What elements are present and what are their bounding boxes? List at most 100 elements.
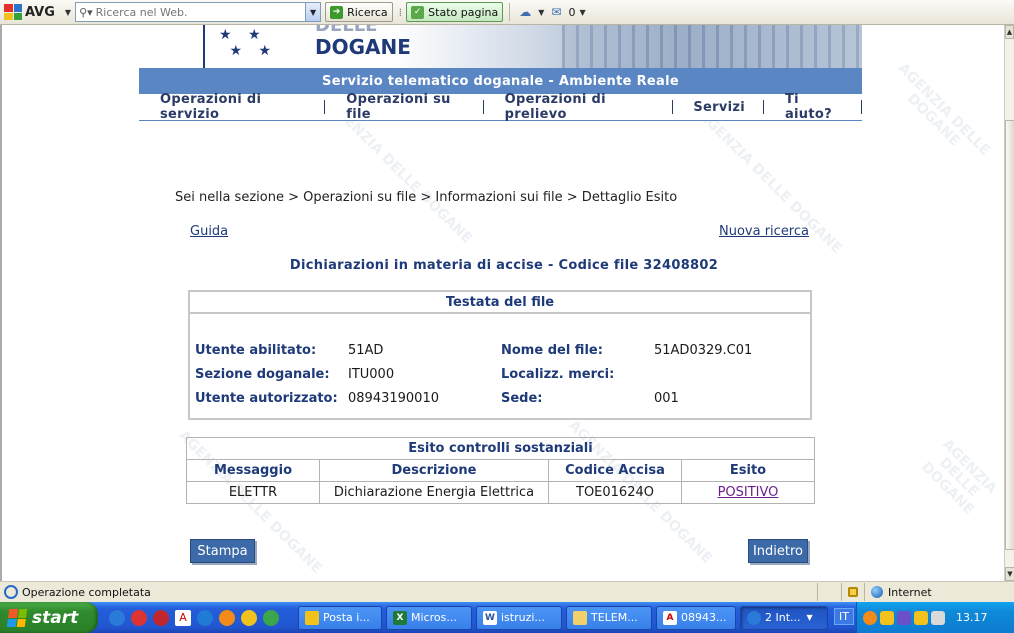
task-label: Posta i... (323, 611, 370, 624)
menu-operazioni-prelievo[interactable]: Operazioni di prelievo (484, 92, 672, 122)
column-header-esito: Esito (681, 459, 815, 482)
mail-clock-icon (305, 610, 319, 625)
nome-file-label: Nome del file: (501, 343, 603, 358)
ricerca-button[interactable]: ➔ Ricerca (325, 2, 393, 22)
utente-abilitato-value: 51AD (348, 343, 384, 358)
task-label: 2 Int... (765, 611, 801, 624)
menu-operazioni-servizio[interactable]: Operazioni di servizio (139, 92, 324, 122)
task-internet-explorer[interactable]: 2 Int... ▼ (740, 605, 828, 630)
utente-autorizzato-value: 08943190010 (348, 391, 439, 406)
scroll-up-icon[interactable]: ▲ (1005, 25, 1014, 39)
start-button[interactable]: start (0, 602, 98, 633)
menu-separator (861, 100, 863, 114)
quick-launch: A (106, 609, 282, 626)
check-icon: ✓ (411, 5, 425, 19)
search-dropdown-icon[interactable]: ▼ (305, 3, 321, 21)
search-icon[interactable]: ⚲▾ (79, 6, 93, 19)
vertical-scrollbar[interactable]: ▲ ▼ (1004, 25, 1014, 581)
scroll-down-icon[interactable]: ▼ (1005, 567, 1014, 581)
service-title: Servizio telematico doganale - Ambiente … (139, 68, 862, 94)
indietro-button[interactable]: Indietro (748, 539, 808, 563)
esito-title: Esito controlli sostanziali (186, 437, 815, 460)
task-label: istruzi... (501, 611, 545, 624)
menu-operazioni-file[interactable]: Operazioni su file (325, 92, 483, 122)
task-folder[interactable]: TELEM... (566, 605, 652, 630)
menu-ti-aiuto[interactable]: Ti aiuto? (764, 92, 861, 122)
agency-banner: ★ ★ ★ ★ DELLE DOGANE (139, 25, 862, 68)
language-indicator[interactable]: IT (834, 608, 854, 625)
breadcrumb: Sei nella sezione > Operazioni su file >… (175, 190, 678, 205)
task-word[interactable]: W istruzi... (476, 605, 562, 630)
toolbar-divider-icon: ⁞ (398, 5, 403, 19)
ie-page-icon (4, 585, 18, 599)
search-input[interactable] (95, 5, 306, 19)
esito-positivo-link[interactable]: POSITIVO (718, 485, 779, 500)
app-icon[interactable] (197, 609, 213, 626)
ie-icon[interactable] (109, 609, 125, 626)
windows-logo-icon (6, 608, 28, 627)
avg-icon (4, 4, 22, 20)
column-header-codice-accisa: Codice Accisa (548, 459, 682, 482)
esito-table: Esito controlli sostanziali Messaggio De… (186, 437, 815, 504)
menu-servizi[interactable]: Servizi (672, 100, 763, 115)
tray-clock-icon[interactable] (880, 610, 894, 625)
acrobat-icon[interactable]: A (175, 609, 191, 626)
table-row: ELETTR Dichiarazione Energia Elettrica T… (186, 481, 815, 504)
page-viewport: AGENZIA DELLE DOGANE AGENZIA DELLE DOGAN… (0, 25, 1004, 581)
column-header-descrizione: Descrizione (319, 459, 549, 482)
browser-toolbar: AVG ▼ ⚲▾ ▼ ➔ Ricerca ⁞ ✓ Stato pagina ☁ … (0, 0, 1014, 25)
toolbar-separator (509, 3, 511, 21)
tray-warning-icon[interactable] (914, 610, 928, 625)
weather-icon[interactable]: ☁ (519, 5, 531, 19)
stato-pagina-button[interactable]: ✓ Stato pagina (406, 2, 504, 22)
opera-icon[interactable] (153, 609, 169, 626)
system-tray: 13.17 (856, 602, 1014, 633)
testata-panel: Testata del file Utente abilitato: 51AD … (188, 290, 812, 420)
player-icon[interactable] (263, 609, 279, 626)
ricerca-label: Ricerca (347, 5, 388, 19)
banner-brand: DOGANE (315, 35, 411, 59)
watermark: AGENZIA DELLE DOGANE (918, 436, 1000, 518)
excel-icon: X (393, 610, 407, 625)
clock: 13.17 (956, 611, 988, 624)
task-posta[interactable]: Posta i... (298, 605, 382, 630)
word-icon: W (483, 610, 497, 625)
tray-app-icon[interactable] (897, 610, 911, 625)
avg-logo[interactable]: AVG (4, 2, 55, 22)
testata-title: Testata del file (190, 292, 810, 314)
stato-pagina-label: Stato pagina (428, 5, 499, 19)
main-menu: Operazioni di servizio Operazioni su fil… (139, 92, 863, 122)
nuova-ricerca-link[interactable]: Nuova ricerca (719, 224, 809, 239)
task-label: Micros... (411, 611, 457, 624)
stampa-button[interactable]: Stampa (190, 539, 255, 563)
media-icon[interactable] (131, 609, 147, 626)
firefox-icon[interactable] (219, 609, 235, 626)
cell-descrizione: Dichiarazione Energia Elettrica (319, 481, 549, 504)
tray-arrow-icon[interactable] (863, 610, 877, 625)
pdf-icon: A (663, 610, 677, 625)
cell-messaggio: ELETTR (186, 481, 320, 504)
status-bar: Operazione completata Internet (0, 581, 1014, 602)
mail-icon[interactable]: ✉ (551, 5, 561, 19)
taskbar: start A Posta i... X Micros... W istruzi… (0, 602, 1014, 633)
task-pdf[interactable]: A 08943... (656, 605, 736, 630)
utente-abilitato-label: Utente abilitato: (195, 343, 317, 358)
sede-value: 001 (654, 391, 679, 406)
sezione-doganale-value: ITU000 (348, 367, 395, 382)
globe-icon (871, 586, 883, 598)
chevron-down-icon: ▼ (806, 613, 813, 622)
tray-mail-icon[interactable] (931, 610, 945, 625)
arrow-right-icon: ➔ (330, 5, 344, 19)
clock-icon[interactable] (241, 609, 257, 626)
watermark: AGENZIA DELLE DOGANE (894, 60, 994, 159)
scroll-thumb[interactable] (1005, 120, 1014, 550)
task-excel[interactable]: X Micros... (386, 605, 472, 630)
guida-link[interactable]: Guida (190, 224, 228, 239)
nome-file-value: 51AD0329.C01 (654, 343, 753, 358)
avg-menu-arrow-icon[interactable]: ▼ (65, 8, 71, 17)
start-label: start (32, 607, 79, 628)
sezione-doganale-label: Sezione doganale: (195, 367, 330, 382)
weather-menu-arrow-icon[interactable]: ▼ (538, 8, 544, 17)
mail-menu-arrow-icon[interactable]: ▼ (579, 8, 585, 17)
lock-icon (841, 583, 864, 601)
